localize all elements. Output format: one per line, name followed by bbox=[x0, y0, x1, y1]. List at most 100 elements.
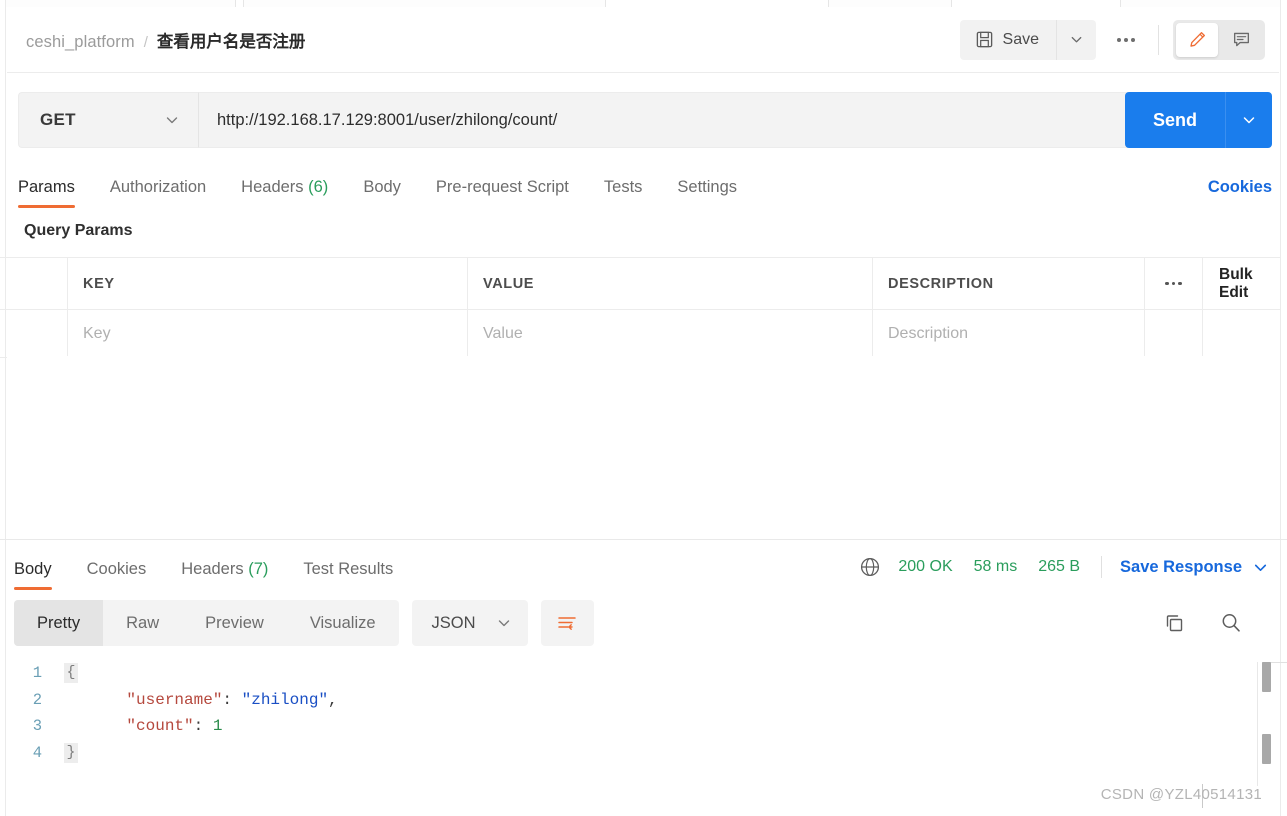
comment-button[interactable] bbox=[1220, 23, 1262, 57]
response-body-code[interactable]: 1 { 2 "username": "zhilong", 3 "count": … bbox=[14, 660, 1257, 788]
header-divider bbox=[1158, 24, 1159, 55]
globe-icon[interactable] bbox=[859, 556, 881, 578]
query-params-title: Query Params bbox=[24, 222, 133, 239]
watermark: CSDN @YZL40514131 bbox=[1100, 786, 1262, 803]
ellipsis-icon bbox=[1117, 37, 1135, 42]
tab-label: Headers bbox=[241, 178, 304, 196]
param-key-placeholder: Key bbox=[83, 324, 111, 342]
word-wrap-button[interactable] bbox=[540, 600, 594, 646]
fold-marker[interactable]: { bbox=[64, 663, 78, 684]
fold-marker[interactable]: } bbox=[64, 742, 78, 763]
http-method-select[interactable]: GET bbox=[18, 92, 198, 148]
response-meta: 200 OK 58 ms 265 B Save Response bbox=[859, 550, 1269, 584]
tab-label: Body bbox=[14, 560, 52, 578]
json-key: "count" bbox=[88, 717, 194, 736]
tab-pre-request-script[interactable]: Pre-request Script bbox=[436, 178, 569, 208]
cookies-link[interactable]: Cookies bbox=[1208, 178, 1272, 208]
tab-params[interactable]: Params bbox=[18, 178, 75, 208]
response-tab-headers[interactable]: Headers (7) bbox=[181, 560, 268, 590]
response-viewer-toolbar: Pretty Raw Preview Visualize JSON bbox=[14, 600, 1273, 646]
response-pane-divider[interactable] bbox=[0, 539, 1287, 540]
json-punct: : bbox=[193, 717, 213, 736]
send-button[interactable]: Send bbox=[1124, 92, 1225, 148]
code-line: 1 { bbox=[14, 660, 1257, 687]
response-viewer-actions bbox=[1163, 611, 1243, 635]
view-mode-pretty[interactable]: Pretty bbox=[14, 600, 104, 646]
param-value-placeholder: Value bbox=[483, 324, 523, 342]
edit-mode-button[interactable] bbox=[1176, 22, 1218, 57]
url-bar: GET bbox=[18, 92, 1269, 148]
floppy-disk-icon bbox=[975, 30, 994, 49]
json-number: 1 bbox=[212, 717, 223, 736]
response-format-select[interactable]: JSON bbox=[411, 600, 528, 646]
query-params-table: KEY VALUE DESCRIPTION Bulk Edit Key Valu… bbox=[0, 257, 1280, 358]
search-button[interactable] bbox=[1219, 611, 1243, 635]
scrollbar-marker[interactable] bbox=[1262, 734, 1271, 764]
tab-label: Authorization bbox=[109, 178, 207, 196]
chevron-down-icon bbox=[1241, 112, 1257, 128]
param-key-input[interactable]: Key bbox=[68, 310, 468, 357]
response-tab-cookies[interactable]: Cookies bbox=[87, 560, 147, 590]
column-label: KEY bbox=[83, 275, 115, 292]
ellipsis-icon bbox=[1165, 281, 1182, 286]
header-actions: Save bbox=[959, 19, 1265, 60]
send-options-button[interactable] bbox=[1225, 92, 1272, 148]
param-description-input[interactable]: Description bbox=[873, 310, 1145, 357]
tab-body[interactable]: Body bbox=[363, 178, 401, 208]
request-empty-area bbox=[7, 356, 1280, 539]
response-size: 265 B bbox=[1038, 558, 1081, 575]
table-row: Key Value Description bbox=[0, 310, 1280, 358]
word-wrap-icon bbox=[556, 612, 578, 634]
response-view-modes: Pretty Raw Preview Visualize bbox=[14, 600, 399, 646]
tab-count: (6) bbox=[308, 178, 329, 196]
breadcrumb-collection[interactable]: ceshi_platform bbox=[26, 33, 135, 52]
tab-strip-remnant bbox=[0, 0, 1287, 7]
chevron-down-icon bbox=[496, 615, 512, 631]
code-line: 3 "count": 1 bbox=[14, 713, 1257, 740]
more-actions-button[interactable] bbox=[1104, 20, 1148, 60]
bulk-edit-button[interactable]: Bulk Edit bbox=[1203, 258, 1280, 309]
window-right-edge bbox=[1280, 0, 1287, 816]
scrollbar-thumb[interactable] bbox=[1262, 662, 1271, 692]
json-key: "username" bbox=[88, 690, 223, 709]
save-button[interactable]: Save bbox=[959, 19, 1056, 60]
tab-remnant[interactable] bbox=[243, 0, 606, 7]
tab-authorization[interactable]: Authorization bbox=[110, 178, 206, 208]
code-text: "username": "zhilong", bbox=[78, 690, 337, 709]
response-format-label: JSON bbox=[431, 613, 476, 632]
copy-button[interactable] bbox=[1163, 612, 1185, 634]
param-value-input[interactable]: Value bbox=[468, 310, 873, 357]
line-number: 2 bbox=[32, 690, 42, 709]
url-input[interactable] bbox=[198, 92, 1269, 148]
view-mode-visualize[interactable]: Visualize bbox=[287, 600, 399, 646]
params-more-button[interactable] bbox=[1145, 258, 1203, 309]
tab-label: Params bbox=[18, 178, 75, 196]
save-response-button[interactable]: Save Response bbox=[1120, 558, 1242, 577]
window-left-edge bbox=[0, 0, 6, 816]
view-toggle-group bbox=[1173, 19, 1265, 60]
response-scrollbar[interactable] bbox=[1257, 662, 1287, 786]
chevron-down-icon bbox=[164, 112, 180, 128]
response-tab-test-results[interactable]: Test Results bbox=[303, 560, 393, 590]
tab-remnant[interactable] bbox=[1120, 0, 1287, 7]
response-tab-body[interactable]: Body bbox=[14, 560, 52, 590]
status-code: 200 OK bbox=[898, 558, 953, 575]
code-line: 4 } bbox=[14, 740, 1257, 767]
chevron-down-icon[interactable] bbox=[1252, 559, 1269, 576]
tab-settings[interactable]: Settings bbox=[677, 178, 737, 208]
view-mode-preview[interactable]: Preview bbox=[182, 600, 287, 646]
request-header-bar: ceshi_platform / 查看用户名是否注册 Save bbox=[7, 7, 1279, 73]
save-button-group: Save bbox=[959, 19, 1096, 60]
row-checkbox-cell[interactable] bbox=[0, 310, 68, 357]
search-icon bbox=[1219, 611, 1243, 635]
tab-remnant[interactable] bbox=[4, 0, 236, 7]
code-text: "count": 1 bbox=[78, 717, 222, 735]
tab-remnant[interactable] bbox=[828, 0, 952, 7]
save-options-button[interactable] bbox=[1056, 19, 1096, 60]
tab-label: Settings bbox=[677, 178, 738, 196]
tab-tests[interactable]: Tests bbox=[604, 178, 643, 208]
breadcrumb-separator: / bbox=[143, 33, 148, 51]
view-mode-raw[interactable]: Raw bbox=[103, 600, 182, 646]
page-title: 查看用户名是否注册 bbox=[156, 32, 306, 51]
tab-headers[interactable]: Headers (6) bbox=[241, 178, 328, 208]
